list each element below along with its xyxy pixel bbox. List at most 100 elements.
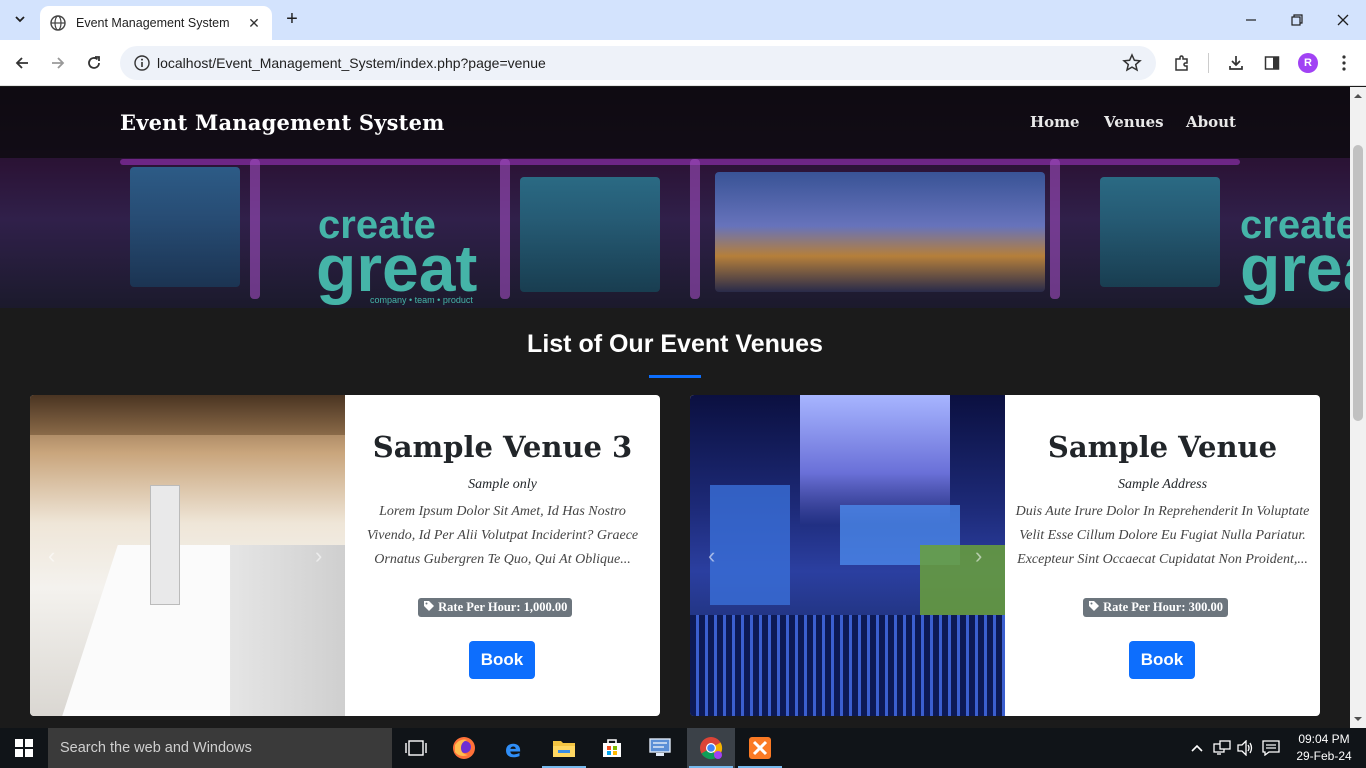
- carousel-prev-icon[interactable]: ‹: [48, 543, 55, 569]
- url-text[interactable]: localhost/Event_Management_System/index.…: [157, 55, 1122, 71]
- download-icon: [1229, 56, 1243, 70]
- taskbar-file-explorer[interactable]: [540, 728, 588, 768]
- back-button[interactable]: [8, 49, 36, 77]
- windows-logo-icon: [15, 739, 33, 757]
- minimize-icon: [1246, 19, 1256, 21]
- profile-avatar[interactable]: R: [1298, 53, 1318, 73]
- tab-search-button[interactable]: [8, 7, 32, 31]
- rate-text: Rate Per Hour: 1,000.00: [438, 600, 568, 614]
- banner-text-great-2: great: [1240, 231, 1350, 305]
- clock-time: 09:04 PM: [1298, 732, 1350, 746]
- venue-address: Sample only: [468, 477, 537, 492]
- new-tab-button[interactable]: +: [282, 8, 302, 32]
- restore-icon: [1291, 14, 1303, 26]
- tray-network[interactable]: [1213, 728, 1231, 768]
- side-panel-icon: [1264, 56, 1280, 70]
- banner-tagline: company • team • product: [370, 295, 473, 305]
- close-window-button[interactable]: [1320, 0, 1366, 40]
- clock-date: 29-Feb-24: [1296, 749, 1352, 763]
- nav-venues[interactable]: Venues: [1104, 113, 1164, 131]
- side-panel-button[interactable]: [1258, 49, 1286, 77]
- tray-overflow-button[interactable]: [1190, 728, 1204, 768]
- close-icon: [1337, 14, 1349, 26]
- bookmark-star-icon[interactable]: [1122, 53, 1142, 73]
- chevron-up-icon: [1191, 744, 1203, 752]
- nav-about[interactable]: About: [1186, 113, 1236, 131]
- start-button[interactable]: [0, 728, 48, 768]
- tray-volume[interactable]: [1237, 728, 1255, 768]
- page-viewport: create great company • team • product cr…: [0, 87, 1350, 728]
- edge-icon: e: [505, 736, 521, 760]
- venue-card: ‹ › Sample Venue 3 Sample only Lorem Ips…: [30, 395, 660, 716]
- tray-notifications[interactable]: [1262, 728, 1280, 768]
- reload-button[interactable]: [80, 49, 108, 77]
- toolbar-separator: [1208, 53, 1209, 73]
- venue-description: Duis Aute Irure Dolor In Reprehenderit I…: [1015, 504, 1310, 567]
- site-brand[interactable]: Event Management System: [120, 110, 445, 135]
- rate-badge: Rate Per Hour: 300.00: [1083, 598, 1229, 617]
- hero-banner: create great company • team • product cr…: [0, 87, 1350, 308]
- taskbar-xampp[interactable]: [736, 728, 784, 768]
- chrome-icon: [700, 737, 723, 760]
- menu-button[interactable]: [1330, 49, 1358, 77]
- taskbar-clock[interactable]: 09:04 PM 29-Feb-24: [1290, 731, 1358, 765]
- taskbar-firefox[interactable]: [440, 728, 488, 768]
- venue-card-body: Sample Venue Sample Address Duis Aute Ir…: [1005, 395, 1320, 716]
- venue-name: Sample Venue: [1047, 430, 1278, 464]
- action-center-icon: [1262, 740, 1280, 756]
- taskbar-edge[interactable]: e: [490, 728, 538, 768]
- store-bag-icon: [603, 739, 621, 757]
- banner-text-great: great: [316, 231, 478, 305]
- carousel-next-icon[interactable]: ›: [975, 543, 982, 569]
- book-button[interactable]: Book: [469, 641, 535, 679]
- arrow-left-icon: [15, 57, 28, 69]
- scroll-up-icon[interactable]: [1350, 89, 1366, 103]
- puzzle-icon: [1175, 55, 1188, 71]
- tab-strip: Event Management System ✕ +: [0, 0, 1366, 40]
- chevron-down-icon: [15, 16, 25, 23]
- browser-toolbar: localhost/Event_Management_System/index.…: [0, 40, 1366, 86]
- venue-description: Lorem Ipsum Dolor Sit Amet, Id Has Nostr…: [366, 504, 639, 567]
- close-tab-icon[interactable]: ✕: [246, 15, 262, 32]
- venue-card-body: Sample Venue 3 Sample only Lorem Ipsum D…: [345, 395, 660, 716]
- section-title: List of Our Event Venues: [527, 330, 823, 358]
- speaker-icon: [1237, 740, 1253, 756]
- taskbar-store[interactable]: [588, 728, 636, 768]
- rate-badge: Rate Per Hour: 1,000.00: [418, 598, 573, 617]
- scroll-down-icon[interactable]: [1350, 712, 1366, 726]
- browser-tab[interactable]: Event Management System ✕: [40, 6, 272, 40]
- firefox-icon: [453, 737, 475, 759]
- venue-image-carousel[interactable]: ‹ ›: [690, 395, 1005, 716]
- windows-taskbar: Search the web and Windows e 09:04 PM 29…: [0, 728, 1366, 768]
- task-view-icon: [405, 740, 427, 756]
- tag-icon: [424, 601, 434, 611]
- arrow-right-icon: [52, 57, 65, 69]
- carousel-prev-icon[interactable]: ‹: [708, 543, 715, 569]
- globe-icon: [50, 15, 66, 31]
- venue-image-carousel[interactable]: ‹ ›: [30, 395, 345, 716]
- venue-name: Sample Venue 3: [372, 430, 633, 464]
- extensions-button[interactable]: [1168, 49, 1196, 77]
- venue-card: ‹ › Sample Venue Sample Address Duis Aut…: [690, 395, 1320, 716]
- carousel-next-icon[interactable]: ›: [315, 543, 322, 569]
- forward-button[interactable]: [44, 49, 72, 77]
- tab-title: Event Management System: [76, 16, 230, 30]
- reload-icon: [88, 56, 100, 69]
- address-bar[interactable]: localhost/Event_Management_System/index.…: [120, 46, 1156, 80]
- rate-text: Rate Per Hour: 300.00: [1103, 600, 1224, 614]
- venue-address: Sample Address: [1117, 477, 1208, 492]
- task-view-button[interactable]: [392, 728, 440, 768]
- nav-home[interactable]: Home: [1030, 113, 1080, 131]
- tag-icon: [1089, 601, 1099, 611]
- restore-button[interactable]: [1274, 0, 1320, 40]
- xampp-icon: [749, 737, 771, 759]
- minimize-button[interactable]: [1228, 0, 1274, 40]
- scrollbar-thumb[interactable]: [1353, 145, 1363, 421]
- taskbar-search-box[interactable]: Search the web and Windows: [48, 728, 392, 768]
- folder-icon: [553, 741, 575, 757]
- book-button[interactable]: Book: [1129, 641, 1195, 679]
- taskbar-network-app[interactable]: [636, 728, 684, 768]
- info-icon[interactable]: [134, 55, 150, 71]
- downloads-button[interactable]: [1222, 49, 1250, 77]
- taskbar-chrome[interactable]: [687, 728, 735, 768]
